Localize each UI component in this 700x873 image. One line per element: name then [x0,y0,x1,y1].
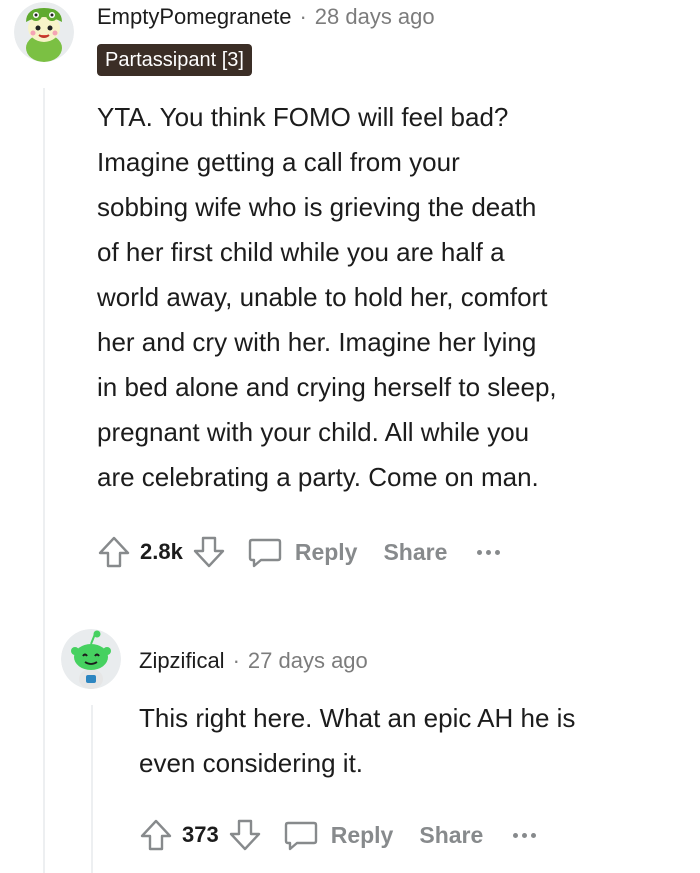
comment-body-line: sobbing wife who is grieving the death [97,192,537,222]
comment-actions: 2.8k Reply Share [92,530,501,574]
comment-body-line: are celebrating a party. Come on man. [97,462,539,492]
upvote-button[interactable] [92,530,136,574]
green-frog-avatar-icon [14,2,74,62]
thread-line-root[interactable] [43,88,45,873]
comment-meta: Zipzifical · 27 days ago [139,646,368,676]
upvote-arrow-icon [140,819,172,851]
vote-score: 373 [182,822,219,847]
meta-separator: · [299,4,307,29]
thread-line-reply[interactable] [91,705,93,873]
reply-button[interactable] [243,530,287,574]
timestamp[interactable]: 27 days ago [248,648,368,674]
reply-label[interactable]: Reply [295,539,358,566]
comment-body-line: YTA. You think FOMO will feel bad? [97,102,509,132]
vote-score: 2.8k [140,539,183,564]
meta-separator: · [232,648,240,673]
reply-label[interactable]: Reply [331,822,394,849]
comment-body-line: even considering it. [139,748,364,778]
share-button[interactable]: Share [383,539,447,566]
comment-body-line: pregnant with your child. All while you [97,417,530,447]
username[interactable]: EmptyPomegranete [97,4,291,30]
green-snoo-avatar-icon [61,629,121,689]
upvote-button[interactable] [134,813,178,857]
speech-bubble-icon [284,821,317,851]
downvote-button[interactable] [223,813,267,857]
comment-body-line: world away, unable to hold her, comfort [97,282,548,312]
downvote-button[interactable] [187,530,231,574]
share-button[interactable]: Share [419,822,483,849]
comment-body: YTA. You think FOMO will feel bad? Imagi… [97,95,557,500]
comment-body-line: her and cry with her. Imagine her lying [97,327,537,357]
comment-body: This right here. What an epic AH he is e… [139,696,575,786]
comment-body-line: of her first child while you are half a [97,237,505,267]
user-avatar[interactable] [61,629,121,689]
user-flair: Partassipant [3] [97,44,252,76]
more-options-icon[interactable] [513,832,537,838]
downvote-arrow-icon [193,536,225,568]
upvote-arrow-icon [98,536,130,568]
comment-meta: EmptyPomegranete · 28 days ago [97,2,435,32]
more-options-icon[interactable] [477,549,501,555]
speech-bubble-icon [248,538,282,568]
timestamp[interactable]: 28 days ago [315,4,435,30]
username[interactable]: Zipzifical [139,648,225,674]
comment-body-line: Imagine getting a call from your [97,147,460,177]
comment-body-line: in bed alone and crying herself to sleep… [97,372,557,402]
user-avatar[interactable] [14,2,74,62]
comment-body-line: This right here. What an epic AH he is [139,703,576,733]
reply-button[interactable] [279,813,323,857]
comment-actions: 373 Reply Share [134,813,537,857]
downvote-arrow-icon [229,819,260,851]
